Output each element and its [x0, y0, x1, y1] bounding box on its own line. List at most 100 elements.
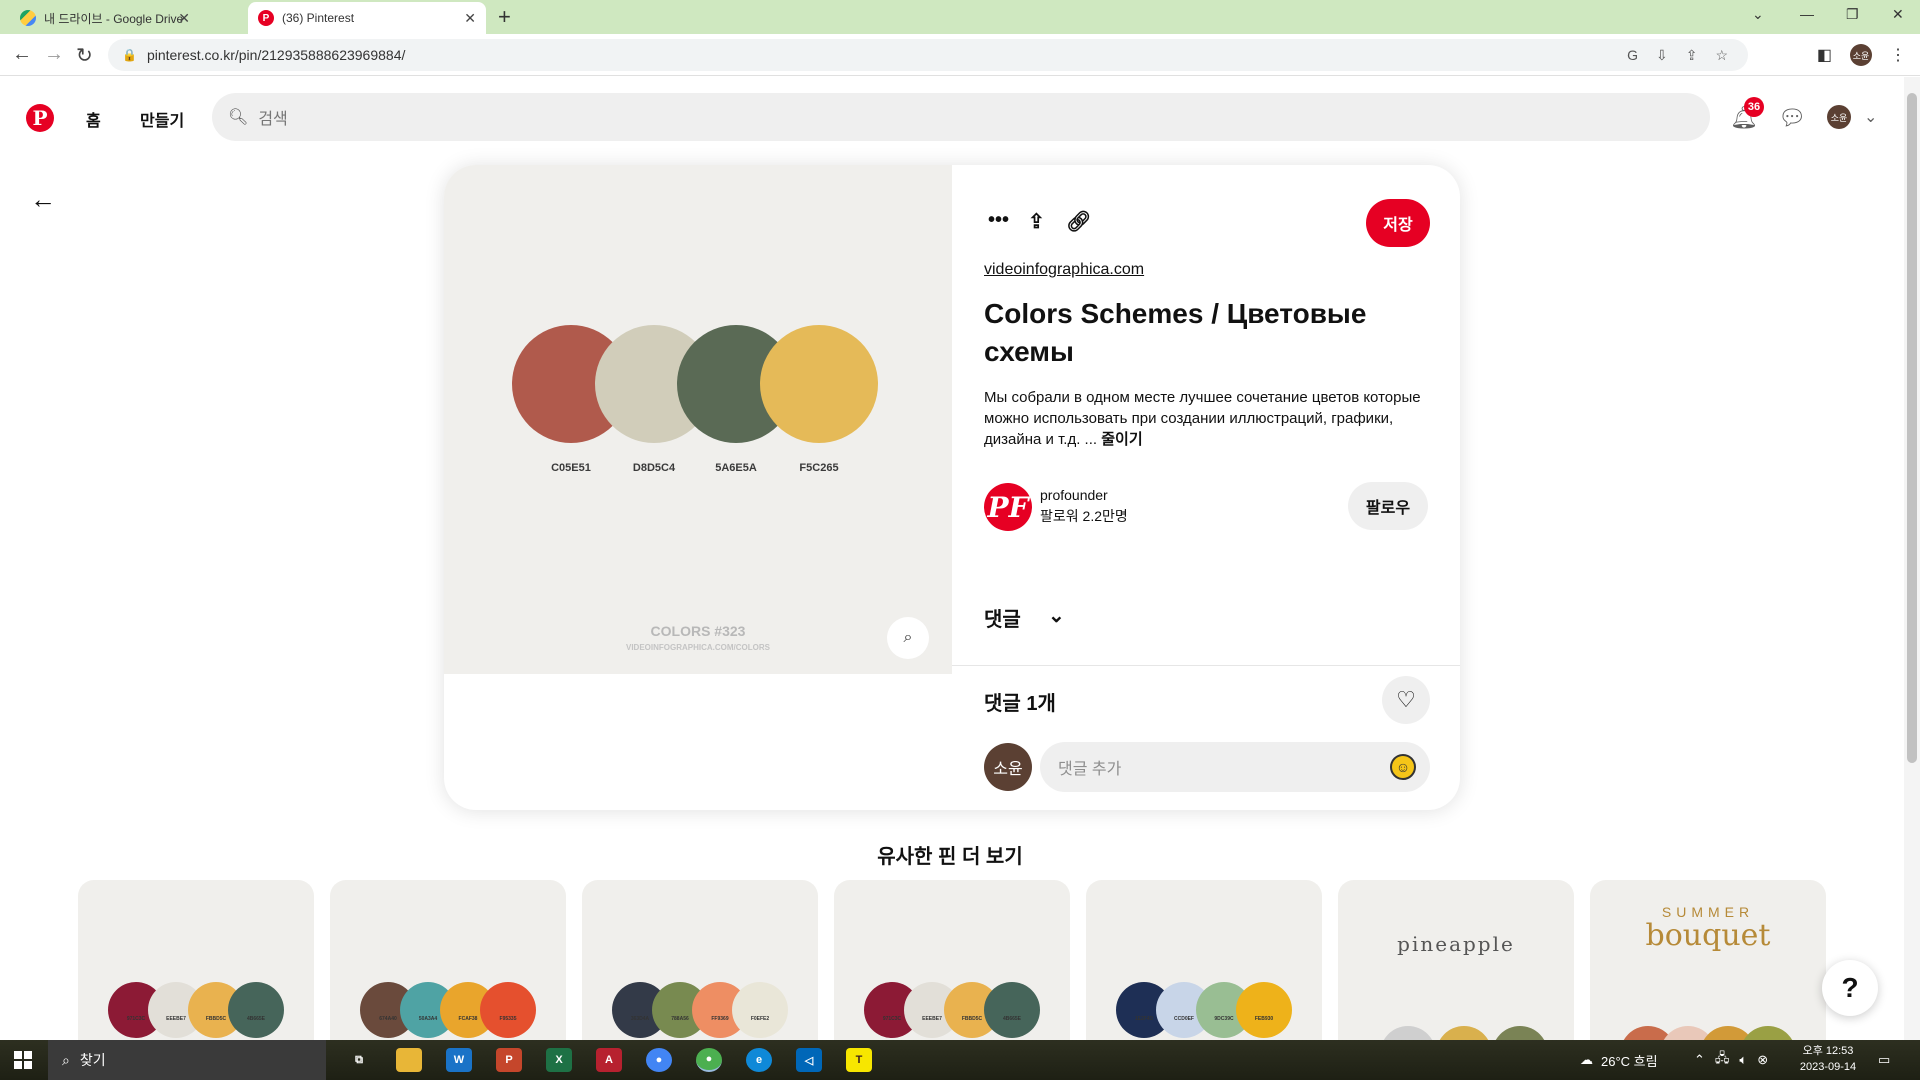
follow-button[interactable]: 팔로우 [1348, 482, 1428, 530]
related-pin[interactable]: pineapple [1338, 880, 1574, 1040]
tab-google-drive[interactable]: 내 드라이브 - Google Drive ✕ [10, 2, 200, 34]
vscode-icon[interactable]: ◁ [796, 1048, 822, 1072]
search-input[interactable]: 🔍︎ 검색 [212, 93, 1710, 141]
thumb-code: 4B665E [246, 1016, 266, 1022]
restore-button[interactable]: ❐ [1846, 6, 1859, 23]
task-view-icon[interactable]: ⧉ [346, 1048, 372, 1072]
chrome-menu-icon[interactable]: ⋮ [1890, 45, 1906, 65]
word-icon[interactable]: W [446, 1048, 472, 1072]
show-less-link[interactable]: 줄이기 [1101, 431, 1142, 448]
notification-center-icon[interactable]: ▭ [1878, 1040, 1890, 1080]
nav-create[interactable]: 만들기 [140, 107, 184, 131]
more-options-icon[interactable]: ••• [988, 209, 1009, 232]
thumb-swatch [1436, 1026, 1492, 1040]
thumb-swatch [984, 982, 1040, 1038]
address-bar[interactable]: 🔒 pinterest.co.kr/pin/212935888623969884… [108, 39, 1748, 71]
lock-icon[interactable]: 🔒 [122, 48, 137, 62]
comments-heading[interactable]: 댓글 [984, 603, 1021, 632]
chrome-icon[interactable]: ● [646, 1048, 672, 1072]
url-text: pinterest.co.kr/pin/212935888623969884/ [146, 47, 406, 63]
react-heart-icon[interactable]: ♡ [1382, 676, 1430, 724]
more-like-this-title: 유사한 핀 더 보기 [877, 846, 1023, 868]
taskbar-search[interactable]: ⌕ 찾기 [48, 1040, 326, 1080]
pin-details: ••• ⇪ 🔗︎ 저장 videoinfographica.com Colors… [952, 165, 1460, 810]
related-pin[interactable]: 1E2F4D CCD0EF 9DC39C FEB930 [1086, 880, 1322, 1040]
nav-home[interactable]: 홈 [86, 107, 101, 131]
tab-search-chevron-icon[interactable]: ⌄ [1752, 6, 1764, 23]
related-pin[interactable]: 363D4A 788A56 FF9369 F0EFE2 [582, 880, 818, 1040]
kakaotalk-icon[interactable]: T [846, 1048, 872, 1072]
thumb-swatch [1492, 1026, 1548, 1040]
side-panel-icon[interactable]: ◧ [1817, 45, 1832, 65]
comment-input[interactable]: 댓글 추가 ☺ [1040, 742, 1430, 792]
author-avatar[interactable]: PF [984, 483, 1032, 531]
thumb-swatch [1740, 1026, 1796, 1040]
minimize-button[interactable]: — [1800, 6, 1814, 22]
scrollbar-thumb[interactable] [1907, 93, 1917, 763]
pin-image[interactable]: C05E51 D8D5C4 5A6E5A F5C265 COLORS #323 … [444, 165, 952, 674]
taskbar-search-label: 찾기 [79, 1052, 106, 1068]
windows-start-icon[interactable] [14, 1051, 32, 1069]
comments-count: 댓글 1개 [984, 693, 1056, 715]
install-app-icon[interactable]: ⇩ [1656, 47, 1668, 64]
help-button[interactable]: ? [1822, 960, 1878, 1016]
share-icon[interactable]: ⇪ [1028, 209, 1045, 234]
back-button[interactable]: ← [12, 43, 32, 66]
author-followers: 팔로워 2.2만명 [1040, 508, 1128, 524]
google-translate-icon[interactable]: G [1627, 47, 1638, 64]
pinterest-logo-icon[interactable]: P [26, 104, 54, 132]
file-explorer-icon[interactable] [396, 1048, 422, 1072]
image-caption-url: VIDEOINFOGRAPHICA.COM/COLORS [625, 643, 770, 652]
close-tab-icon[interactable]: ✕ [178, 10, 190, 27]
user-avatar[interactable]: 소윤 [1827, 105, 1851, 129]
chevron-down-icon[interactable]: ⌄ [1048, 603, 1065, 628]
thumb-swatch [480, 982, 536, 1038]
search-icon: 🔍︎ [228, 109, 249, 126]
emoji-icon[interactable]: ☺ [1390, 754, 1416, 780]
messages-icon[interactable]: 💬︎ [1778, 105, 1806, 131]
color-code: 5A6E5A [715, 462, 757, 474]
pin-card: C05E51 D8D5C4 5A6E5A F5C265 COLORS #323 … [444, 165, 1460, 810]
source-link[interactable]: videoinfographica.com [984, 261, 1144, 279]
divider [952, 665, 1460, 666]
chrome-profile-avatar[interactable]: 소윤 [1850, 44, 1872, 66]
weather-text: 26°C 흐림 [1601, 1053, 1658, 1069]
tray-chevron-up-icon[interactable]: ⌃ [1694, 1052, 1705, 1068]
access-icon[interactable]: A [596, 1048, 622, 1072]
weather-widget[interactable]: ☁ 26°C 흐림 [1580, 1040, 1658, 1080]
close-tab-icon[interactable]: ✕ [464, 10, 476, 27]
share-icon[interactable]: ⇪ [1686, 47, 1698, 64]
powerpoint-icon[interactable]: P [496, 1048, 522, 1072]
edge-icon[interactable]: e [746, 1048, 772, 1072]
author-name[interactable]: profounder [1040, 487, 1108, 503]
save-button[interactable]: 저장 [1366, 199, 1430, 247]
tab-pinterest[interactable]: P (36) Pinterest ✕ [248, 2, 486, 34]
back-arrow-icon[interactable]: ← [30, 184, 56, 215]
clock[interactable]: 오후 12:53 2023-09-14 [1788, 1043, 1868, 1075]
thumb-word: bouquet [1645, 918, 1771, 953]
related-pin[interactable]: SUMMER bouquet [1590, 880, 1826, 1040]
excel-icon[interactable]: X [546, 1048, 572, 1072]
related-pin[interactable]: 971C3C EEEBE7 FBBD5C 4B665E [78, 880, 314, 1040]
related-pin[interactable]: 971C3C EEEBE7 FBBD5C 4B665E [834, 880, 1070, 1040]
new-tab-button[interactable]: + [498, 4, 511, 30]
network-icon[interactable]: 🖧︎ [1715, 1049, 1730, 1071]
visual-search-icon[interactable]: ⌕ [887, 617, 929, 659]
copy-link-icon[interactable]: 🔗︎ [1066, 209, 1091, 234]
close-window-button[interactable]: ✕ [1892, 6, 1904, 23]
browser-tab-bar: 내 드라이브 - Google Drive ✕ P (36) Pinterest… [0, 0, 1920, 34]
bookmark-star-icon[interactable]: ☆ [1715, 47, 1728, 64]
ime-icon[interactable]: ⊗ [1757, 1052, 1768, 1068]
browser-toolbar: ← → ↻ 🔒 pinterest.co.kr/pin/212935888623… [0, 34, 1920, 76]
reload-button[interactable]: ↻ [76, 43, 93, 68]
chrome-profile-icon[interactable]: ● [696, 1048, 722, 1072]
thumb-code: 4B665E [1002, 1016, 1022, 1022]
search-icon: ⌕ [62, 1051, 70, 1068]
clock-date: 2023-09-14 [1799, 1061, 1857, 1073]
volume-icon[interactable]: 🔈︎ [1739, 1052, 1747, 1068]
tab-title: (36) Pinterest [282, 11, 355, 25]
pin-description: Мы собрали в одном месте лучшее сочетани… [984, 387, 1434, 450]
related-pin[interactable]: 674A40 50A3A4 FCAF38 F95335 [330, 880, 566, 1040]
forward-button[interactable]: → [44, 43, 64, 66]
account-chevron-down-icon[interactable]: ⌄ [1864, 107, 1877, 127]
